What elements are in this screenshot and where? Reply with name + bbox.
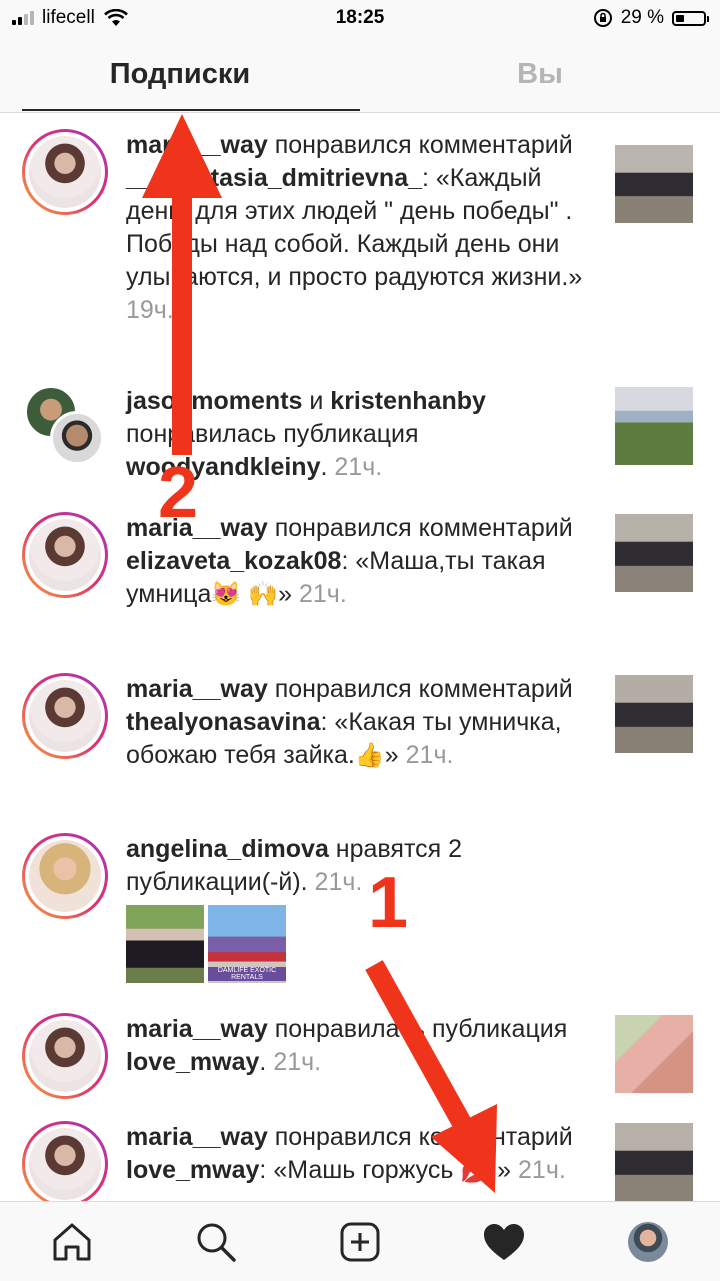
- tab-you[interactable]: Вы: [360, 38, 720, 110]
- home-button[interactable]: [0, 1202, 144, 1281]
- activity-action: понравился комментарий: [267, 131, 573, 159]
- timestamp: 21ч.: [518, 1156, 566, 1184]
- activity-text: maria__way понравился комментарий thealy…: [126, 673, 588, 772]
- add-post-icon: [340, 1222, 380, 1261]
- profile-avatar: [628, 1221, 668, 1262]
- post-thumbnail[interactable]: [615, 145, 693, 223]
- username-link[interactable]: __anastasia_dmitrievna_: [126, 164, 422, 192]
- timestamp: 21ч.: [405, 741, 454, 769]
- search-icon: [197, 1223, 236, 1262]
- username-link[interactable]: maria__way: [126, 1015, 268, 1043]
- post-thumbnail[interactable]: [615, 514, 693, 592]
- avatar[interactable]: [22, 673, 108, 759]
- post-thumbnail[interactable]: [615, 675, 693, 753]
- raising-hands-emoji: 🙌: [248, 581, 279, 608]
- thumbs-up-emoji: 👍: [354, 742, 385, 769]
- smiling-cat-heart-eyes-emoji: 😻: [211, 581, 242, 608]
- avatar[interactable]: [22, 129, 108, 215]
- username-link[interactable]: thealyonasavina: [126, 708, 321, 736]
- username-link[interactable]: maria__way: [126, 675, 268, 703]
- search-button[interactable]: [144, 1202, 288, 1281]
- username-link[interactable]: love_mway: [126, 1156, 259, 1184]
- username-link[interactable]: maria__way: [126, 131, 268, 159]
- post-thumbnail[interactable]: [615, 387, 693, 465]
- activity-text: maria__way понравилась публикация love_m…: [126, 1013, 588, 1079]
- battery-percent: 29 %: [620, 7, 664, 28]
- comment-text: : «Машь горжусь: [259, 1156, 461, 1184]
- username-link[interactable]: kristenhanby: [330, 387, 486, 415]
- username-link[interactable]: maria__way: [126, 1123, 268, 1151]
- activity-text: maria__way понравился комментарий love_m…: [126, 1121, 588, 1187]
- activity-tabs: Подписки Вы: [0, 38, 720, 113]
- avatar[interactable]: [22, 512, 108, 598]
- username-link[interactable]: woodyandkleiny: [126, 453, 320, 481]
- new-post-button[interactable]: [288, 1202, 432, 1281]
- timestamp: 19ч.: [126, 296, 174, 324]
- bottom-nav: [0, 1201, 720, 1281]
- status-bar: lifecell 18:25 29 %: [0, 0, 720, 38]
- timestamp: 21ч.: [314, 868, 363, 896]
- timestamp: 21ч.: [299, 580, 347, 608]
- timestamp: 21ч.: [273, 1048, 322, 1076]
- avatar[interactable]: [22, 833, 108, 919]
- home-icon: [53, 1223, 91, 1260]
- battery-icon: [672, 10, 709, 26]
- thumbnail-caption: DAMLIFE EXOTIC RENTALS: [208, 967, 286, 981]
- activity-joiner: и: [302, 387, 331, 415]
- activity-text: maria__way понравился комментарий __anas…: [126, 129, 588, 327]
- comment-text-end: »: [384, 741, 406, 769]
- comment-text-end: »: [278, 580, 299, 608]
- tab-following[interactable]: Подписки: [0, 38, 360, 110]
- active-tab-indicator: [22, 109, 360, 111]
- activity-button[interactable]: [432, 1202, 576, 1281]
- avatar[interactable]: [22, 1013, 108, 1099]
- avatar[interactable]: [22, 1121, 108, 1201]
- activity-text: angelina_dimova нравятся 2 публикации(-й…: [126, 833, 588, 899]
- activity-heart-icon: [484, 1223, 524, 1260]
- activity-punct: .: [259, 1048, 274, 1076]
- post-thumbnail[interactable]: [615, 1123, 693, 1201]
- annotation-number-1: 1: [368, 863, 409, 943]
- activity-punct: .: [320, 453, 335, 481]
- activity-action: понравился комментарий: [267, 675, 573, 703]
- username-link[interactable]: jasonmoments: [126, 387, 302, 415]
- username-link[interactable]: elizaveta_kozak08: [126, 547, 341, 575]
- username-link[interactable]: angelina_dimova: [126, 835, 329, 863]
- post-thumbnail[interactable]: [126, 905, 204, 983]
- profile-button[interactable]: [576, 1202, 720, 1281]
- username-link[interactable]: love_mway: [126, 1048, 259, 1076]
- comment-text-end: »: [490, 1156, 519, 1184]
- post-thumbnail[interactable]: DAMLIFE EXOTIC RENTALS: [208, 905, 286, 983]
- activity-action: понравился комментарий: [267, 514, 573, 542]
- avatar: [50, 411, 104, 465]
- kiss-mark-emoji: 💋: [460, 1157, 491, 1184]
- activity-feed[interactable]: maria__way понравился комментарий __anas…: [0, 113, 720, 1201]
- rotation-lock-icon: [593, 9, 612, 27]
- activity-action: понравилась публикация: [267, 1015, 568, 1043]
- activity-action: понравилась публикация: [126, 420, 419, 448]
- annotation-number-2: 2: [158, 453, 199, 533]
- avatar-stack[interactable]: [24, 385, 114, 465]
- timestamp: 21ч.: [334, 453, 383, 481]
- post-thumbnail[interactable]: [615, 1015, 693, 1093]
- activity-action: понравился комментарий: [267, 1123, 573, 1151]
